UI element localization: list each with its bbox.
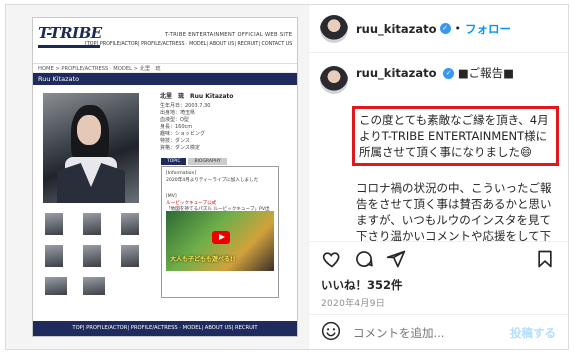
site-logo: T-TRIBE [38,24,102,42]
website-screenshot: T-TRIBE T-TRIBE ENTERTAINMENT OFFICIAL W… [32,17,298,337]
profile-line: 生年月日：2003.7.30 [160,103,211,109]
avatar[interactable] [320,66,348,94]
caption-area[interactable]: ruu_kitazato ✓ ■ご報告■ この度とても素敵なご縁を頂き、4月より… [309,54,568,241]
comment-bar: 投稿する [309,314,568,349]
tab-topic: TOPIC [161,158,187,165]
profile-photo [43,93,139,203]
profile-line: 特技：ダンス [160,138,190,144]
post-image[interactable]: T-TRIBE T-TRIBE ENTERTAINMENT OFFICIAL W… [6,5,309,349]
share-icon[interactable] [385,248,407,270]
bookmark-icon[interactable] [534,248,556,270]
profile-name: 北里 琉 Ruu Kitazato [160,93,234,100]
instagram-post: T-TRIBE T-TRIBE ENTERTAINMENT OFFICIAL W… [5,4,569,350]
caption-title: ■ご報告■ [457,66,515,80]
emoji-icon[interactable] [321,321,341,345]
profile-info: 北里 琉 Ruu Kitazato 生年月日：2003.7.30 出身地：埼玉県… [160,93,233,152]
thumbnail [121,245,139,267]
site-breadcrumb: HOME > PROFILE/ACTRESS · MODEL > 北里 琉 [33,64,297,73]
news-text: 2020年4月よりティーライブに加入しました [166,177,259,183]
site-nav: [TOP] PROFILE/ACTOR| PROFILE/ACTRESS · M… [85,42,293,47]
likes-count[interactable]: いいね！352件 [321,277,403,293]
heart-icon[interactable] [321,248,343,270]
thumbnail [45,245,63,267]
comment-input[interactable] [353,326,510,340]
site-footer: TOP| PROFILE/ACTOR| PROFILE/ACTRESS · MO… [33,321,297,336]
profile-line: 趣味：ショッピング [160,131,206,137]
separator-dot: • [454,22,462,35]
thumbnail [83,213,101,235]
header-username[interactable]: ruu_kitazato [356,22,437,36]
caption-body: この度とても素敵なご縁を頂き、4月よりT-TRIBE ENTERTAINMENT… [352,106,559,241]
thumbnail [83,277,105,295]
caption-username[interactable]: ruu_kitazato [356,66,437,80]
site-tabs: TOPIC BIOGRAPHY [161,158,227,165]
profile-line: 血液型：O型 [160,117,189,123]
avatar[interactable] [320,14,348,43]
verified-icon: ✓ [439,23,451,34]
profile-line: 資格：ダンス検定 [160,145,200,151]
site-body: 北里 琉 Ruu Kitazato 生年月日：2003.7.30 出身地：埼玉県… [33,85,297,311]
caption-text: コロナ禍の状況の中、こういったご報告をさせて頂く事は賛否あるかと思いますが、いつ… [356,181,552,241]
thumbnail [45,213,63,235]
action-bar [309,241,568,275]
play-icon [212,231,230,244]
profile-line: 出身地：埼玉県 [160,110,196,116]
profile-line: 身長：160cm [160,124,193,130]
comment-icon[interactable] [353,248,375,270]
caption-header: ruu_kitazato ✓ ■ご報告■ [320,66,557,94]
site-title: T-TRIBE ENTERTAINMENT OFFICIAL WEB SITE [165,32,293,38]
caption-title-line: ruu_kitazato ✓ ■ご報告■ [356,66,514,94]
post-panel: ruu_kitazato ✓ • フォロー ruu_kitazato ✓ ■ご報… [309,5,568,349]
site-header: T-TRIBE T-TRIBE ENTERTAINMENT OFFICIAL W… [33,18,297,64]
news-box: [Information] 2020年4月よりティーライブに加入しました [MV… [161,166,279,298]
thumbnail [45,277,67,295]
tab-biography: BIOGRAPHY [188,158,227,165]
video-thumbnail: 大人も子どもも遊べる!! [166,211,274,271]
site-name-bar: Ruu Kitazato [33,73,297,85]
follow-button[interactable]: フォロー [465,21,511,37]
thumbnail [121,213,139,235]
highlighted-announcement: この度とても素敵なご縁を頂き、4月よりT-TRIBE ENTERTAINMENT… [352,106,559,166]
post-date[interactable]: 2020年4月9日 [321,296,385,309]
post-header: ruu_kitazato ✓ • フォロー [309,5,568,53]
video-caption: 大人も子どもも遊べる!! [170,255,236,263]
post-button[interactable]: 投稿する [510,325,556,341]
verified-icon: ✓ [443,68,455,79]
thumbnail [83,245,101,267]
